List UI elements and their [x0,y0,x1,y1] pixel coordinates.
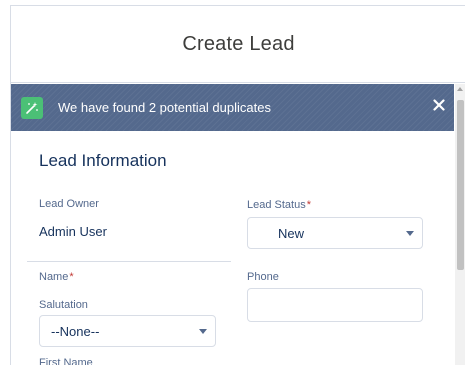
create-lead-modal: Create Lead We have found 2 potential du… [10,5,465,365]
modal-title: Create Lead [182,32,295,55]
lead-owner-value: Admin User [39,224,107,239]
chevron-down-icon [199,329,207,334]
chevron-down-icon [406,231,414,236]
scroll-up-icon[interactable] [457,87,463,91]
lead-status-selected: New [278,225,305,241]
duplicates-message[interactable]: We have found 2 potential duplicates [58,100,271,115]
divider [27,261,231,262]
phone-input[interactable] [247,288,423,322]
scroll-thumb[interactable] [457,100,464,270]
salutation-label: Salutation [39,299,88,311]
salutation-select[interactable]: --None-- [39,315,216,347]
lead-status-label: Lead Status* [247,199,311,211]
salutation-selected: --None-- [51,323,100,339]
phone-label: Phone [247,271,279,283]
duplicates-banner[interactable]: We have found 2 potential duplicates [11,84,454,131]
section-title: Lead Information [39,151,167,170]
close-icon[interactable] [430,96,448,114]
name-label: Name* [39,271,74,283]
modal-scrollbar[interactable] [455,84,465,365]
lead-owner-label: Lead Owner [39,198,99,210]
modal-header: Create Lead [11,6,465,83]
lead-status-select[interactable]: New [247,217,423,249]
magic-wand-icon [21,96,43,119]
